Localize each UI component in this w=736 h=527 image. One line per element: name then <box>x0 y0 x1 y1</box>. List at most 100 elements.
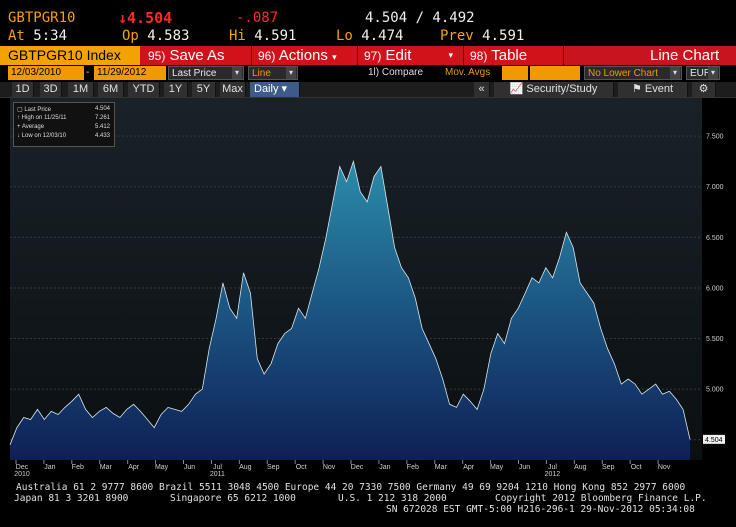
end-date-field[interactable]: 11/29/2012 <box>94 66 166 80</box>
legend-last-label: Last Price <box>24 107 52 113</box>
mov-avgs-field[interactable] <box>502 66 528 80</box>
change-value: -.087 <box>236 10 279 26</box>
legend-avg-row: + Average <box>17 124 45 130</box>
mov-avgs-button[interactable]: Mov. Avgs <box>445 66 490 80</box>
x-tick-label: Apr <box>463 464 475 471</box>
x-tick-label: Oct <box>631 464 642 471</box>
x-tick-label: Sep <box>267 464 280 471</box>
legend-last-row: ▢ Last Price <box>17 107 52 113</box>
legend-high-value: 7.261 <box>94 115 110 121</box>
security-study-button[interactable]: 📈 Security/Study <box>494 82 614 97</box>
x-tick-label: Jul <box>213 464 222 471</box>
event-button[interactable]: ⚑ Event <box>618 82 688 97</box>
range-5y[interactable]: 5Y <box>192 82 216 97</box>
x-tick-label: Aug <box>574 464 587 471</box>
dropdown-arrow-icon: ▾ <box>286 67 296 79</box>
x-axis: Dec Jan Feb Mar Apr May Jun Jul Aug Sep Oct Nov Dec J… <box>14 460 671 478</box>
year-label: 2011 <box>210 471 225 478</box>
year-label: 2012 <box>545 471 561 478</box>
year-label: 2010 <box>14 471 30 478</box>
footer-singapore: Singapore 65 6212 1000 <box>170 493 296 504</box>
range-1m[interactable]: 1M <box>68 82 94 97</box>
low-price: Lo 4.474 <box>336 28 403 44</box>
index-label[interactable]: GBTPGR10 Index <box>0 46 140 65</box>
legend-low-value: 4.433 <box>94 133 110 139</box>
y-tick-label: 6.000 <box>706 285 724 292</box>
x-tick-label: Mar <box>435 464 448 471</box>
x-tick-label: Feb <box>72 464 84 471</box>
open-price: Op 4.583 <box>122 28 189 44</box>
bid-ask: 4.504 / 4.492 <box>365 10 475 26</box>
actions-button[interactable]: 96) Actions ▾ <box>252 46 358 65</box>
table-num: 98) <box>470 49 488 63</box>
legend-avg-label: Average <box>21 124 45 130</box>
x-tick-label: May <box>155 464 169 471</box>
high-price: Hi 4.591 <box>229 28 296 44</box>
footer-copyright: Copyright 2012 Bloomberg Finance L.P. <box>495 493 707 504</box>
currency-select[interactable]: EUR ▾ <box>686 66 720 80</box>
save-as-button[interactable]: 95) Save As <box>142 46 252 65</box>
open-label: Op <box>122 28 139 44</box>
down-arrow-icon: ↓ <box>118 9 128 27</box>
range-1y[interactable]: 1Y <box>164 82 188 97</box>
save-num: 95) <box>148 49 166 63</box>
event-label: Event <box>644 83 674 95</box>
edit-label: Edit <box>385 47 412 64</box>
actions-num: 96) <box>258 49 276 63</box>
range-1d[interactable]: 1D <box>12 82 34 97</box>
ticker-label: GBTPGR10 <box>8 10 76 26</box>
save-label: Save As <box>169 47 225 64</box>
legend-high-row: ↑ High on 11/25/11 <box>17 115 67 121</box>
range-max[interactable]: Max <box>220 82 246 97</box>
legend-avg-value: 5.412 <box>94 124 110 130</box>
footer-japan: Japan 81 3 3201 8900 <box>14 493 129 504</box>
table-label: Table <box>491 47 528 64</box>
edit-button[interactable]: 97) Edit ▾ <box>358 46 464 65</box>
period-select[interactable]: Daily ▾ <box>250 82 300 97</box>
y-tick-label: 5.000 <box>706 387 724 394</box>
field-select[interactable]: Last Price ▾ <box>168 66 244 80</box>
legend-last-value: 4.504 <box>94 106 110 112</box>
y-tick-label: 6.500 <box>706 235 724 242</box>
range-3d[interactable]: 3D <box>40 82 62 97</box>
date-separator: - <box>86 67 90 78</box>
last-value-text: 4.504 <box>705 437 723 444</box>
mov-avgs-field-2[interactable] <box>530 66 580 80</box>
lower-chart-select[interactable]: No Lower Chart ▾ <box>584 66 682 80</box>
x-tick-label: Feb <box>407 464 419 471</box>
lower-chart-value: No Lower Chart <box>588 68 659 79</box>
style-select[interactable]: Line ▾ <box>248 66 298 80</box>
chart-type-label[interactable]: Line Chart <box>650 46 719 65</box>
x-tick-label: Jan <box>379 464 390 471</box>
collapse-icon[interactable]: « <box>474 82 490 97</box>
footer-us: U.S. 1 212 318 2000 <box>338 493 447 504</box>
field-value: Last Price <box>172 68 217 79</box>
x-tick-label: Dec <box>16 464 29 471</box>
x-tick-label: Mar <box>100 464 113 471</box>
prev-value: 4.591 <box>482 28 525 44</box>
gear-icon[interactable]: ⚙ <box>692 82 716 97</box>
compare-button[interactable]: 1l) Compare <box>368 66 423 80</box>
at-time: At 5:34 <box>8 28 67 44</box>
period-value: Daily <box>254 83 279 95</box>
dropdown-arrow-icon: ▾ <box>448 50 453 60</box>
last-value-tag: 4.504 <box>703 434 725 444</box>
x-tick-label: Nov <box>658 464 671 471</box>
at-value: 5:34 <box>33 28 68 44</box>
range-6m[interactable]: 6M <box>98 82 124 97</box>
x-tick-label: Jun <box>519 464 530 471</box>
dropdown-arrow-icon: ▾ <box>232 67 242 79</box>
at-label: At <box>8 28 25 44</box>
open-value: 4.583 <box>147 28 190 44</box>
x-tick-label: Jan <box>44 464 55 471</box>
range-ytd[interactable]: YTD <box>128 82 160 97</box>
chart-legend: ▢ Last Price 4.504 ↑ High on 11/25/11 7.… <box>13 102 115 147</box>
table-button[interactable]: 98) Table <box>464 46 564 65</box>
x-tick-label: Sep <box>602 464 615 471</box>
low-label: Lo <box>336 28 353 44</box>
footer-line-1: Australia 61 2 9777 8600 Brazil 5511 304… <box>16 482 686 493</box>
high-label: Hi <box>229 28 246 44</box>
start-date-field[interactable]: 12/03/2010 <box>8 66 84 80</box>
y-axis: 7.5007.0006.5006.0005.5005.0004.500 <box>706 134 724 445</box>
price-chart: 7.5007.0006.5006.0005.5005.0004.500 DecJ… <box>9 98 725 478</box>
